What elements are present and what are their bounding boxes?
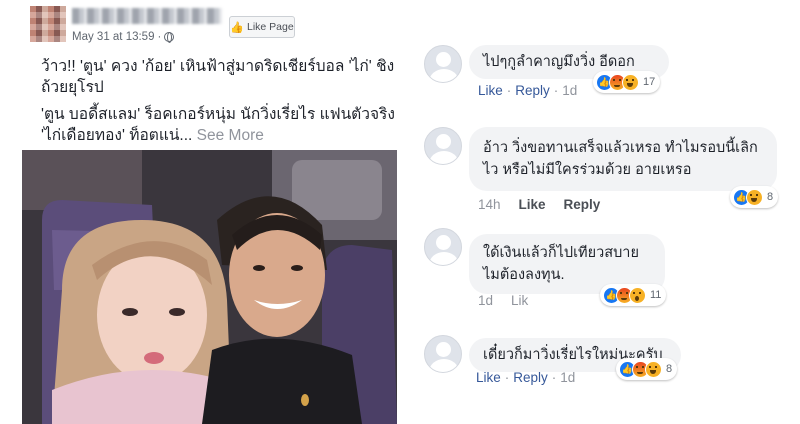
comment-actions: 14h Like Reply	[478, 197, 600, 212]
like-link[interactable]: Like	[476, 370, 501, 385]
reaction-summary[interactable]: 👍 17	[593, 71, 661, 93]
reply-link[interactable]: Reply	[513, 370, 548, 385]
comment-bubble: อ้าว วิ่งขอทานเสร็จแล้วเหรอ ทำไมรอบนี้เล…	[469, 127, 777, 191]
photo-illustration	[22, 150, 397, 424]
thumbs-up-icon: 👍	[230, 21, 244, 34]
reaction-count: 17	[643, 76, 656, 88]
see-more-link[interactable]: See More	[197, 127, 264, 144]
like-link[interactable]: Like	[519, 197, 546, 212]
haha-reaction-icon	[622, 73, 639, 91]
commenter-avatar[interactable]	[424, 45, 462, 83]
comment-actions: 1d Lik	[478, 293, 528, 308]
comment-section: ไปๆกูลำคาญมึงวิ่ง อีดอก 👍 17 Like · Repl…	[410, 0, 800, 424]
author-name-blurred[interactable]	[72, 8, 222, 24]
comment-text: ใด้เงินแล้วก็ไปเทียวสบายไมต้องลงทุน.	[483, 245, 639, 283]
comment-time[interactable]: 1d	[562, 83, 577, 98]
wow-reaction-icon	[629, 286, 646, 304]
reaction-count: 8	[666, 363, 673, 375]
like-link[interactable]: Like	[478, 83, 503, 98]
comment-text: ไปๆกูลำคาญมึงวิ่ง อีดอก	[483, 54, 635, 70]
commenter-avatar[interactable]	[424, 127, 462, 165]
post-text-line2: 'ตูน บอดี้สแลม' ร็อคเกอร์หนุ่ม นักวิ่งเร…	[41, 106, 395, 144]
meta-separator: ·	[157, 31, 162, 43]
comment-actions: Like · Reply · 1d	[476, 370, 576, 385]
post-meta: May 31 at 13:59 ·	[72, 31, 175, 43]
reply-link[interactable]: Reply	[564, 197, 601, 212]
reaction-summary[interactable]: 👍 8	[730, 186, 779, 208]
post-text-line1: ว้าว!! 'ตูน' ควง 'ก้อย' เหินฟ้าสู่มาดริด…	[41, 58, 395, 96]
post-date[interactable]: May 31 at 13:59	[72, 31, 154, 43]
reaction-count: 8	[767, 191, 774, 203]
reply-link[interactable]: Reply	[515, 83, 550, 98]
post-text: ว้าว!! 'ตูน' ควง 'ก้อย' เหินฟ้าสู่มาดริด…	[41, 56, 401, 152]
comment-time[interactable]: 1d	[560, 370, 575, 385]
like-page-label: Like Page	[247, 21, 294, 33]
commenter-avatar[interactable]	[424, 228, 462, 266]
like-link[interactable]: Lik	[511, 293, 528, 308]
haha-reaction-icon	[645, 360, 662, 378]
post-photo[interactable]	[22, 150, 397, 424]
reaction-count: 11	[650, 289, 662, 301]
comment-actions: Like · Reply · 1d	[478, 83, 578, 98]
comment-text: อ้าว วิ่งขอทานเสร็จแล้วเหรอ ทำไมรอบนี้เล…	[483, 140, 758, 178]
reaction-summary[interactable]: 👍 11	[600, 284, 667, 306]
haha-reaction-icon	[746, 188, 763, 206]
author-avatar-pixelated[interactable]	[30, 6, 66, 42]
comment-time[interactable]: 14h	[478, 197, 501, 212]
comment-time[interactable]: 1d	[478, 293, 493, 308]
reaction-summary[interactable]: 👍 8	[616, 358, 678, 380]
like-page-button[interactable]: 👍 Like Page	[229, 16, 295, 38]
globe-icon	[164, 32, 175, 43]
commenter-avatar[interactable]	[424, 335, 462, 373]
post-card: May 31 at 13:59 · 👍 Like Page ว้าว!! 'ตู…	[0, 0, 410, 424]
